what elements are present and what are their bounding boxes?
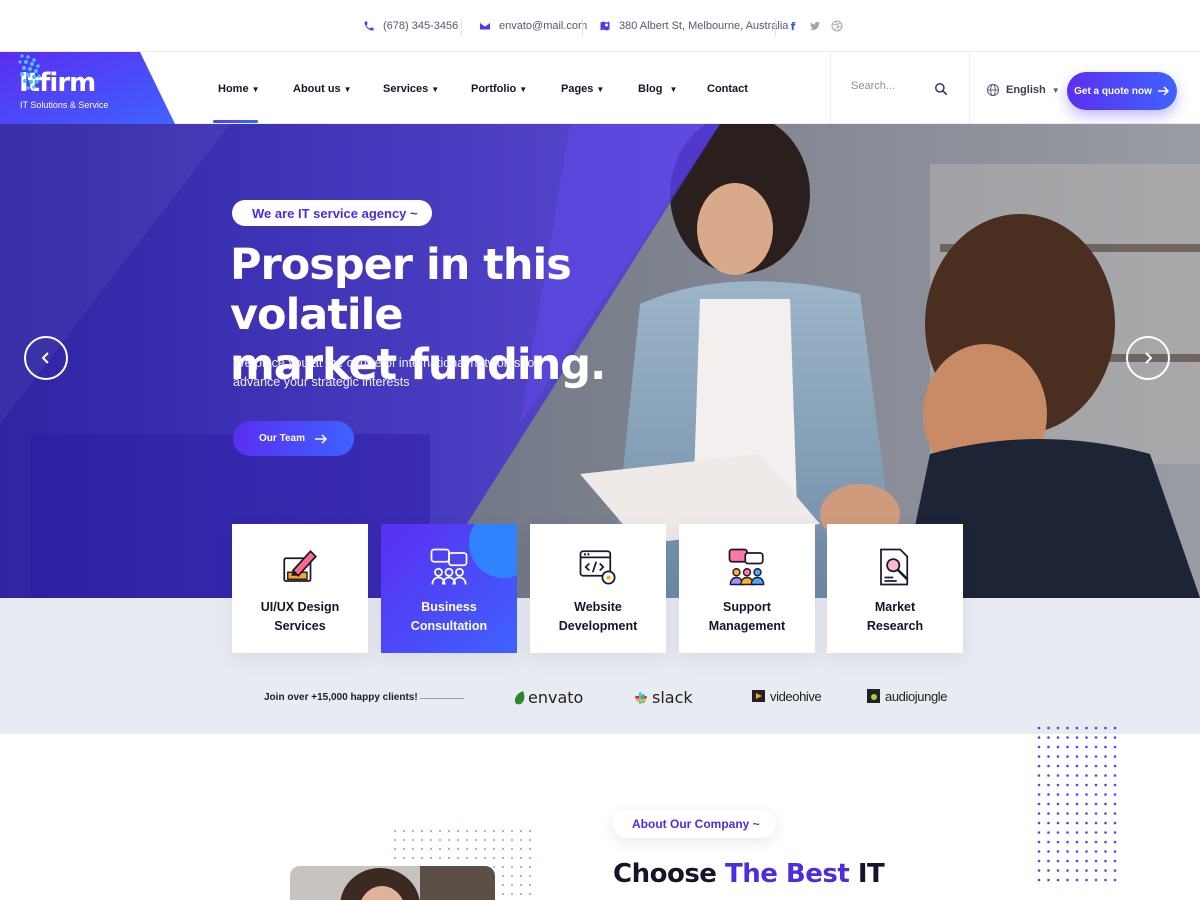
slider-next-button[interactable] [1126,336,1170,380]
active-nav-indicator [213,120,258,123]
social-links: f [787,20,843,33]
client-logo-audiojungle[interactable]: audiojungle [866,688,948,704]
chevron-down-icon: ▼ [343,85,352,94]
our-team-label: Our Team [259,433,305,444]
about-title-accent: The Best [724,859,850,889]
nav-label: Blog [638,83,663,95]
phone-contact[interactable]: (678) 345-3456 [363,20,458,32]
globe-icon [986,83,1000,97]
search-box [830,52,970,124]
nav-label: Pages [561,83,594,95]
nav-label: Home [218,83,249,95]
email-contact[interactable]: envato@mail.com [479,20,587,32]
logo-tagline: IT Solutions & Service [20,100,109,110]
map-icon [600,21,610,31]
hero-description: We place you at the centre of internatio… [233,356,535,389]
mail-icon [480,22,490,30]
service-card-website-development[interactable]: Website Development [530,524,666,653]
support-icon [728,548,765,586]
research-icon [880,548,909,586]
chevron-right-icon [1145,352,1153,364]
about-title: Choose The Best IT [613,857,885,891]
nav-label: Services [383,83,429,95]
divider [461,18,462,36]
arrow-right-icon [314,433,328,444]
address-contact: 380 Albert St, Melbourne, Australia [599,20,788,32]
nav-services[interactable]: Services ▼ [383,83,439,95]
design-icon [283,549,317,582]
arrow-right-icon [1157,86,1169,96]
client-name: videohive [770,688,822,704]
client-logo-videohive[interactable]: videohive [751,688,822,704]
chevron-down-icon: ▼ [431,85,440,94]
chevron-down-icon: ▼ [251,85,260,94]
address-text: 380 Albert St, Melbourne, Australia [619,20,789,32]
logo[interactable]: Itfirm IT Solutions & Service [0,52,175,124]
nav-pages[interactable]: Pages ▼ [561,83,604,95]
chevron-down-icon: ▼ [669,85,678,94]
nav-about-us[interactable]: About us ▼ [293,83,352,95]
clients-text: Join over +15,000 happy clients! [264,692,418,703]
search-input[interactable] [851,80,931,92]
main-header: Itfirm IT Solutions & Service Home ▼ Abou… [0,52,1200,124]
client-name: envato [528,688,584,707]
client-logo-slack[interactable]: slack [633,688,693,707]
divider [582,18,583,36]
get-quote-button[interactable]: Get a quote now [1067,72,1177,110]
slack-icon [635,691,647,704]
phone-text: (678) 345-3456 [383,20,459,32]
email-text: envato@mail.com [499,20,588,32]
divider [775,18,776,36]
slider-prev-button[interactable] [24,336,68,380]
about-image [290,866,495,900]
web-dev-icon [579,550,616,585]
chevron-left-icon [41,352,49,364]
service-card-uiux[interactable]: UI/UX Design Services [232,524,368,653]
service-label: Support Management [708,600,786,633]
chevron-down-icon: ▼ [519,85,528,94]
nav-blog[interactable]: Blog ▼ [638,83,677,95]
service-card-support-management[interactable]: Support Management [679,524,815,653]
globe-dots-icon [18,54,41,90]
card-decoration [469,524,517,578]
language-label: English [1006,84,1046,96]
divider-line [420,698,464,699]
service-label: Market Research [866,600,924,633]
decorative-dot-grid [1037,726,1119,882]
nav-label: About us [293,83,341,95]
consultation-icon [430,548,468,585]
hero-badge: We are IT service agency ~ [232,200,432,226]
top-bar: (678) 345-3456 envato@mail.com 380 Alber… [0,0,1200,52]
videohive-icon [752,690,765,702]
dribbble-icon[interactable] [831,20,843,32]
chevron-down-icon: ▼ [1051,85,1060,95]
about-title-part: IT [849,859,885,889]
about-badge: About Our Company ~ [613,810,776,838]
service-card-business-consultation[interactable]: Business Consultation [381,524,517,653]
service-label: Business Consultation [410,600,488,633]
envato-leaf-icon [514,690,525,704]
chevron-down-icon: ▼ [596,85,605,94]
client-name: audiojungle [885,688,948,704]
language-selector[interactable]: English ▼ [986,83,1060,97]
client-name: slack [652,688,693,707]
audiojungle-icon [867,689,880,703]
our-team-button[interactable]: Our Team [233,421,354,456]
about-title-part: Choose [613,859,725,889]
phone-icon [364,21,374,31]
service-label: UI/UX Design Services [260,600,340,633]
nav-label: Portfolio [471,83,517,95]
client-logo-envato[interactable]: envato [513,688,583,707]
search-icon[interactable] [934,82,948,96]
service-label: Website Development [558,600,638,633]
twitter-icon[interactable] [809,20,821,32]
nav-portfolio[interactable]: Portfolio ▼ [471,83,527,95]
hero-title-line-1: Prosper in this volatile [230,240,572,340]
facebook-icon[interactable]: f [787,20,799,33]
nav-contact[interactable]: Contact [707,83,748,95]
nav-home[interactable]: Home ▼ [218,83,259,95]
nav-label: Contact [707,83,748,95]
get-quote-label: Get a quote now [1074,85,1152,97]
service-card-market-research[interactable]: Market Research [827,524,963,653]
